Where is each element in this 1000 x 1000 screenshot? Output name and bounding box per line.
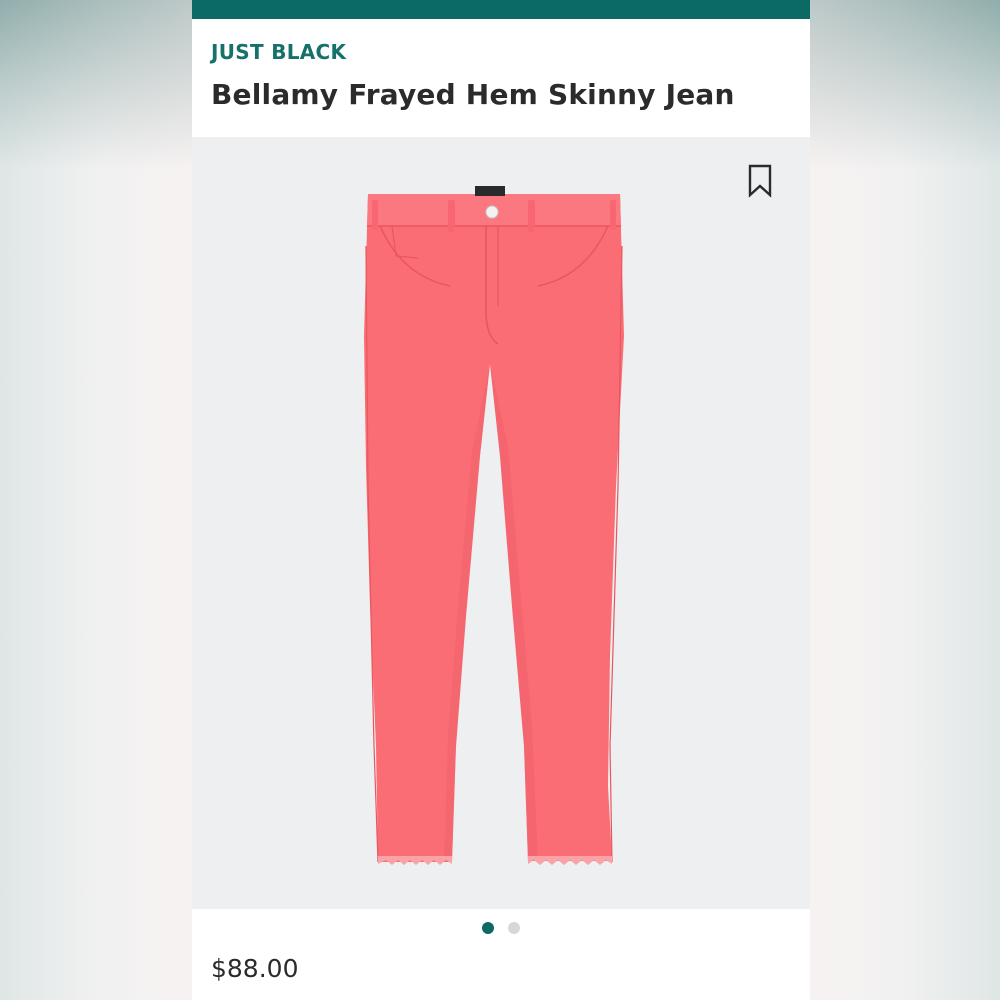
product-title: Bellamy Frayed Hem Skinny Jean — [211, 78, 735, 111]
background-blur-right — [810, 0, 1000, 1000]
carousel-dot-2[interactable] — [508, 922, 520, 934]
carousel-dot-1[interactable] — [482, 922, 494, 934]
pink-skinny-jeans-image — [364, 186, 624, 865]
product-price: $88.00 — [211, 954, 299, 983]
bookmark-icon[interactable] — [747, 164, 773, 198]
carousel-dots — [192, 922, 810, 936]
product-card: JUST BLACK Bellamy Frayed Hem Skinny Jea… — [192, 0, 810, 1000]
top-accent-bar — [192, 0, 810, 19]
brand-name: JUST BLACK — [211, 40, 347, 64]
background-blur-left — [0, 0, 192, 1000]
